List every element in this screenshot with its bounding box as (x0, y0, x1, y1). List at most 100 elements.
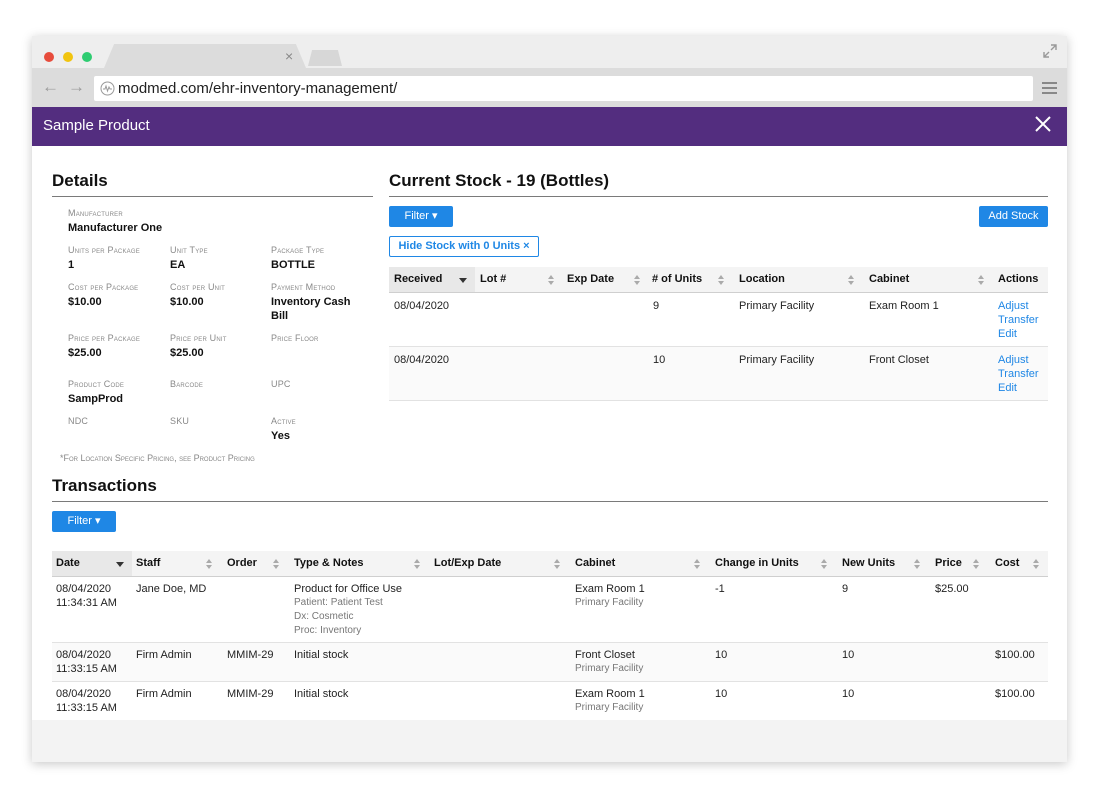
tx-cell-staff: Firm Admin (136, 649, 192, 661)
tx-col-lot-exp[interactable]: Lot/Exp Date (434, 557, 501, 569)
stock-cell-cabinet: Front Closet (869, 354, 929, 366)
sort-icon[interactable] (973, 559, 980, 569)
active-value: Yes (271, 430, 290, 442)
pricing-note: *For Location Specific Pricing, see Prod… (60, 453, 255, 463)
package-type-value: BOTTLE (271, 259, 315, 271)
tx-cell-facility: Primary Facility (575, 663, 644, 674)
modal-header: Sample Product (32, 107, 1067, 146)
transfer-link[interactable]: Transfer (998, 367, 1039, 381)
transactions-header-border (52, 576, 1048, 577)
stock-filter-button[interactable]: Filter ▾ (389, 206, 453, 227)
tx-col-cabinet[interactable]: Cabinet (575, 557, 615, 569)
sort-icon[interactable] (548, 275, 555, 285)
payment-method-value-line2: Bill (271, 310, 289, 322)
package-type-label: Package Type (271, 245, 325, 255)
tx-cell-new-units: 10 (842, 688, 855, 700)
stock-header-border (389, 292, 1048, 293)
url-input[interactable]: modmed.com/ehr-inventory-management/ (94, 76, 1033, 101)
expand-icon[interactable] (1043, 44, 1057, 58)
tx-col-price[interactable]: Price (935, 557, 962, 569)
stock-cell-received: 08/04/2020 (394, 300, 450, 312)
tx-cell-date: 08/04/2020 (56, 688, 112, 700)
adjust-link[interactable]: Adjust (998, 353, 1029, 367)
tx-cell-note: Patient: Patient Test (294, 597, 383, 608)
sort-icon[interactable] (273, 559, 280, 569)
tab-close-icon[interactable]: × (285, 49, 293, 63)
transactions-table-header (52, 551, 1048, 576)
tx-col-staff[interactable]: Staff (136, 557, 160, 569)
sort-icon[interactable] (848, 275, 855, 285)
tx-col-date[interactable]: Date (56, 557, 80, 569)
browser-tab[interactable] (104, 44, 306, 68)
price-per-unit-value: $25.00 (170, 347, 204, 359)
sort-desc-icon[interactable] (459, 278, 467, 283)
tx-cell-cost: $100.00 (995, 688, 1035, 700)
stock-col-exp-date[interactable]: Exp Date (567, 273, 614, 285)
add-stock-button[interactable]: Add Stock (979, 206, 1048, 227)
tx-col-type-notes[interactable]: Type & Notes (294, 557, 363, 569)
tx-cell-date: 08/04/2020 (56, 583, 112, 595)
sort-icon[interactable] (978, 275, 985, 285)
stock-col-cabinet[interactable]: Cabinet (869, 273, 909, 285)
tx-cell-cabinet: Exam Room 1 (575, 688, 645, 700)
units-per-package-label: Units per Package (68, 245, 140, 255)
tx-cell-cost: $100.00 (995, 649, 1035, 661)
tx-col-new-units[interactable]: New Units (842, 557, 895, 569)
tx-cell-note: Dx: Cosmetic (294, 611, 354, 622)
hide-zero-stock-chip[interactable]: Hide Stock with 0 Units × (389, 236, 539, 257)
sort-icon[interactable] (694, 559, 701, 569)
stock-col-received[interactable]: Received (394, 273, 442, 285)
browser-titlebar: × (32, 36, 1067, 68)
sort-icon[interactable] (414, 559, 421, 569)
tx-col-cost[interactable]: Cost (995, 557, 1019, 569)
transactions-filter-button[interactable]: Filter ▾ (52, 511, 116, 532)
tx-cell-date: 08/04/2020 (56, 649, 112, 661)
sort-icon[interactable] (554, 559, 561, 569)
edit-link[interactable]: Edit (998, 381, 1017, 395)
close-window-button[interactable] (44, 52, 54, 62)
manufacturer-value: Manufacturer One (68, 222, 163, 234)
price-floor-label: Price Floor (271, 333, 319, 343)
back-arrow-icon[interactable]: ← (42, 78, 59, 96)
sku-label: SKU (170, 416, 190, 426)
tx-cell-cabinet: Exam Room 1 (575, 583, 645, 595)
sort-icon[interactable] (206, 559, 213, 569)
tx-cell-time: 11:33:15 AM (56, 702, 117, 714)
tx-cell-change: 10 (715, 688, 728, 700)
stock-col-lot[interactable]: Lot # (480, 273, 506, 285)
cost-per-package-value: $10.00 (68, 296, 102, 308)
sort-desc-icon[interactable] (116, 562, 124, 567)
maximize-window-button[interactable] (82, 52, 92, 62)
product-code-value: SampProd (68, 393, 124, 405)
stock-cell-cabinet: Exam Room 1 (869, 300, 939, 312)
stock-col-location[interactable]: Location (739, 273, 785, 285)
sort-icon[interactable] (821, 559, 828, 569)
close-icon[interactable] (1033, 114, 1053, 134)
tx-row-bg (52, 643, 1048, 681)
upc-label: UPC (271, 379, 291, 389)
sort-icon[interactable] (718, 275, 725, 285)
url-text: modmed.com/ehr-inventory-management/ (118, 80, 398, 97)
cost-per-package-label: Cost per Package (68, 282, 139, 292)
cost-per-unit-value: $10.00 (170, 296, 204, 308)
new-tab-button[interactable] (308, 50, 342, 66)
details-title: Details (52, 171, 108, 190)
browser-menu-icon[interactable] (1042, 82, 1057, 94)
tx-cell-type: Initial stock (294, 649, 349, 661)
stock-cell-received: 08/04/2020 (394, 354, 450, 366)
transfer-link[interactable]: Transfer (998, 313, 1039, 327)
sort-icon[interactable] (914, 559, 921, 569)
product-code-label: Product Code (68, 379, 125, 389)
row-divider (52, 681, 1048, 682)
stock-col-units[interactable]: # of Units (652, 273, 702, 285)
sort-icon[interactable] (634, 275, 641, 285)
forward-arrow-icon[interactable]: → (68, 78, 85, 96)
sort-icon[interactable] (1033, 559, 1040, 569)
payment-method-label: Payment Method (271, 282, 336, 292)
tx-col-change-units[interactable]: Change in Units (715, 557, 799, 569)
tx-col-order[interactable]: Order (227, 557, 257, 569)
minimize-window-button[interactable] (63, 52, 73, 62)
edit-link[interactable]: Edit (998, 327, 1017, 341)
adjust-link[interactable]: Adjust (998, 299, 1029, 313)
tx-cell-order: MMIM-29 (227, 649, 274, 661)
